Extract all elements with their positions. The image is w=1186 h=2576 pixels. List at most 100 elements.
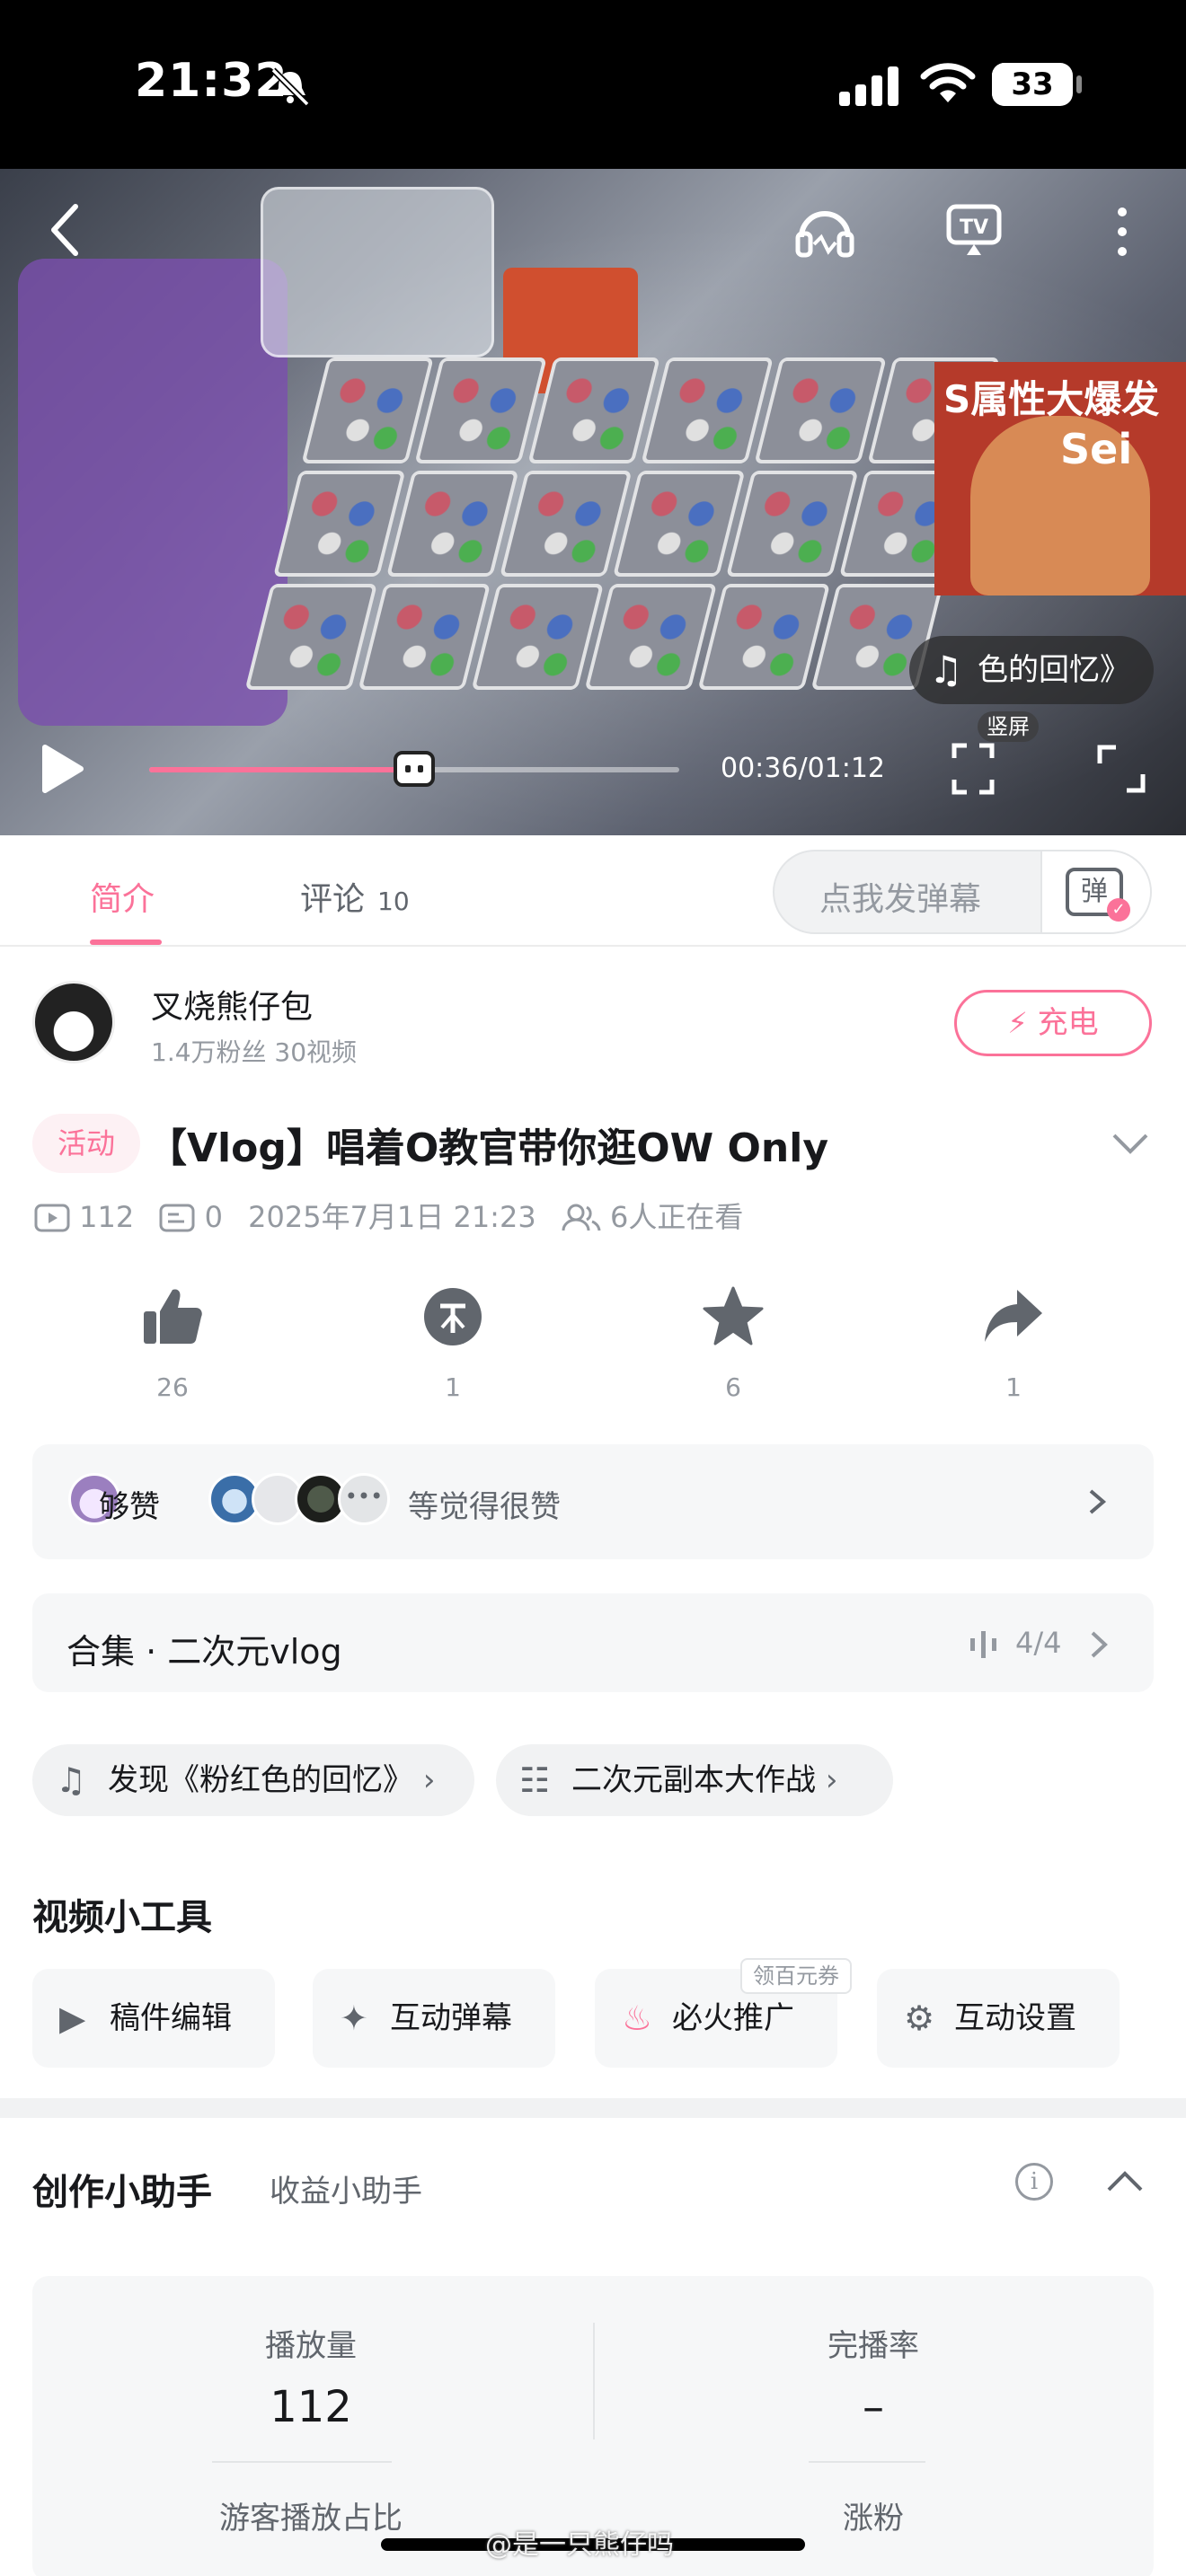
liked-chevron-right-icon xyxy=(1089,1489,1107,1514)
like-action[interactable]: 26 xyxy=(83,1284,262,1402)
silent-bell-icon xyxy=(270,67,310,106)
creator-helper-tab[interactable]: 创作小助手 xyxy=(32,2163,212,2215)
uploader-stats: 1.4万粉丝 30视频 xyxy=(151,1037,358,1067)
poster-word: Sei xyxy=(1060,425,1133,473)
liked-by-label: 够赞 xyxy=(99,1489,160,1525)
topic-chip[interactable]: ☷ 二次元副本大作战 › xyxy=(496,1744,893,1816)
progress-knob-tv-icon[interactable] xyxy=(394,751,435,787)
vertical-fullscreen-icon[interactable] xyxy=(951,742,996,796)
collapse-chevron-icon[interactable] xyxy=(1105,2168,1145,2195)
music-note-icon: ♫ xyxy=(929,648,963,692)
settings-lock-icon: ⚙ xyxy=(904,1998,935,2038)
stat-value-plays: 112 xyxy=(270,2382,352,2432)
promo-poster[interactable]: S属性大爆发 Sei xyxy=(934,362,1186,595)
collection-chevron-right-icon xyxy=(1091,1631,1108,1658)
tab-comments-label: 评论 xyxy=(300,881,366,918)
coin-icon xyxy=(424,1288,482,1345)
collection-title: 合集 · 二次元vlog xyxy=(66,1632,342,1672)
svg-text:TV: TV xyxy=(960,216,988,239)
share-count: 1 xyxy=(1005,1372,1022,1402)
favorite-count: 6 xyxy=(725,1372,741,1402)
interactive-danmaku-label: 互动弹幕 xyxy=(390,2000,512,2036)
video-meta-row: 112 0 2025年7月1日 21:23 6人正在看 xyxy=(34,1195,759,1236)
video-frame-box xyxy=(261,187,494,357)
music-pill[interactable]: ♫ 色的回忆》 xyxy=(909,636,1154,704)
watching-people-icon xyxy=(562,1204,601,1231)
wifi-icon xyxy=(920,63,976,102)
view-count: 112 xyxy=(79,1200,135,1234)
edit-video-label: 稿件编辑 xyxy=(110,2000,232,2036)
section-divider xyxy=(0,2098,1186,2118)
share-action[interactable]: 1 xyxy=(924,1284,1103,1402)
info-icon[interactable]: i xyxy=(1015,2163,1053,2201)
stat-divider xyxy=(593,2323,595,2439)
more-dots-icon[interactable] xyxy=(1109,205,1136,259)
tab-active-indicator xyxy=(90,940,162,945)
stat-separator-left xyxy=(212,2461,392,2463)
favorite-action[interactable]: 6 xyxy=(643,1284,823,1402)
music-chip-label: 发现《粉红色的回忆》 xyxy=(108,1762,413,1798)
cellular-signal-icon xyxy=(839,66,898,106)
uploader-avatar[interactable] xyxy=(32,981,115,1063)
cast-tv-icon[interactable]: TV xyxy=(945,201,1003,259)
charge-button[interactable]: ⚡ 充电 xyxy=(954,990,1152,1056)
thumb-up-icon xyxy=(144,1289,202,1344)
coupon-tag: 领百元券 xyxy=(740,1958,852,1994)
share-icon xyxy=(985,1290,1042,1342)
status-time: 21:32 xyxy=(135,54,288,108)
stat-value-completion: – xyxy=(863,2382,884,2432)
music-note-icon: ♫ xyxy=(56,1760,87,1800)
tab-comments-count: 10 xyxy=(377,887,410,916)
stat-label-followers: 涨粉 xyxy=(843,2501,904,2536)
star-icon xyxy=(703,1286,764,1345)
watching-count: 6人正在看 xyxy=(610,1200,744,1234)
video-frame-tray xyxy=(211,357,1011,825)
tab-intro[interactable]: 简介 xyxy=(90,873,155,920)
interactive-danmaku-button[interactable]: ✦ 互动弹幕 xyxy=(313,1969,555,2068)
uploader-name[interactable]: 叉烧熊仔包 xyxy=(151,981,313,1028)
promote-label: 必火推广 xyxy=(672,2000,794,2036)
charge-label: 充电 xyxy=(1037,1005,1099,1041)
stat-label-completion: 完播率 xyxy=(828,2328,919,2364)
music-chip[interactable]: ♫ 发现《粉红色的回忆》 › xyxy=(32,1744,474,1816)
video-frame-bag xyxy=(18,259,288,726)
more-avatars-icon: ••• xyxy=(338,1473,390,1525)
battery-icon: 33 xyxy=(992,63,1073,106)
status-bar: 21:32 33 xyxy=(0,0,1186,169)
play-icon[interactable] xyxy=(36,742,86,796)
stat-separator-right xyxy=(809,2461,925,2463)
stat-label-guest-ratio: 游客播放占比 xyxy=(219,2501,403,2536)
back-arrow-icon[interactable] xyxy=(47,201,83,259)
danmaku-count-icon xyxy=(159,1204,195,1232)
danmaku-toggle-button[interactable]: 弹 ✓ xyxy=(1040,851,1150,932)
tools-section-title: 视频小工具 xyxy=(32,1897,212,1938)
lightning-icon: ⚡ xyxy=(1007,1006,1028,1040)
edit-video-button[interactable]: ▶ 稿件编辑 xyxy=(32,1969,275,2068)
time-display: 00:36/01:12 xyxy=(721,753,886,784)
interactive-settings-button[interactable]: ⚙ 互动设置 xyxy=(877,1969,1120,2068)
income-helper-tab[interactable]: 收益小助手 xyxy=(270,2166,422,2210)
collection-count: 4/4 xyxy=(1015,1626,1062,1660)
video-player[interactable]: S属性大爆发 Sei TV ♫ 色的回忆》 00:36/01:12 竖屏 xyxy=(0,169,1186,835)
liked-by-card[interactable]: ••• xyxy=(32,1444,1154,1559)
fullscreen-icon[interactable] xyxy=(1096,744,1146,794)
music-pill-text: 色的回忆》 xyxy=(978,652,1130,688)
edit-video-icon: ▶ xyxy=(59,1998,86,2038)
check-badge-icon: ✓ xyxy=(1107,898,1130,922)
expand-chevron-icon[interactable] xyxy=(1111,1130,1150,1157)
watermark-text: @是一只熊仔吗 xyxy=(485,2529,674,2561)
topic-chip-chevron-icon: › xyxy=(825,1762,838,1798)
collection-bars-icon xyxy=(970,1631,996,1658)
activity-badge[interactable]: 活动 xyxy=(32,1114,140,1173)
coin-count: 1 xyxy=(445,1372,461,1402)
danmaku-count: 0 xyxy=(204,1200,223,1234)
fire-icon: ♨ xyxy=(622,1998,653,2038)
coin-action[interactable]: 1 xyxy=(363,1284,543,1402)
liked-by-tail: 等觉得很赞 xyxy=(408,1489,561,1525)
tab-comments[interactable]: 评论 10 xyxy=(300,873,410,920)
vertical-screen-label: 竖屏 xyxy=(978,711,1039,742)
battery-level: 33 xyxy=(1011,66,1054,102)
like-count: 26 xyxy=(156,1372,189,1402)
battery-cap xyxy=(1076,75,1082,93)
audio-mode-icon[interactable] xyxy=(794,201,855,259)
